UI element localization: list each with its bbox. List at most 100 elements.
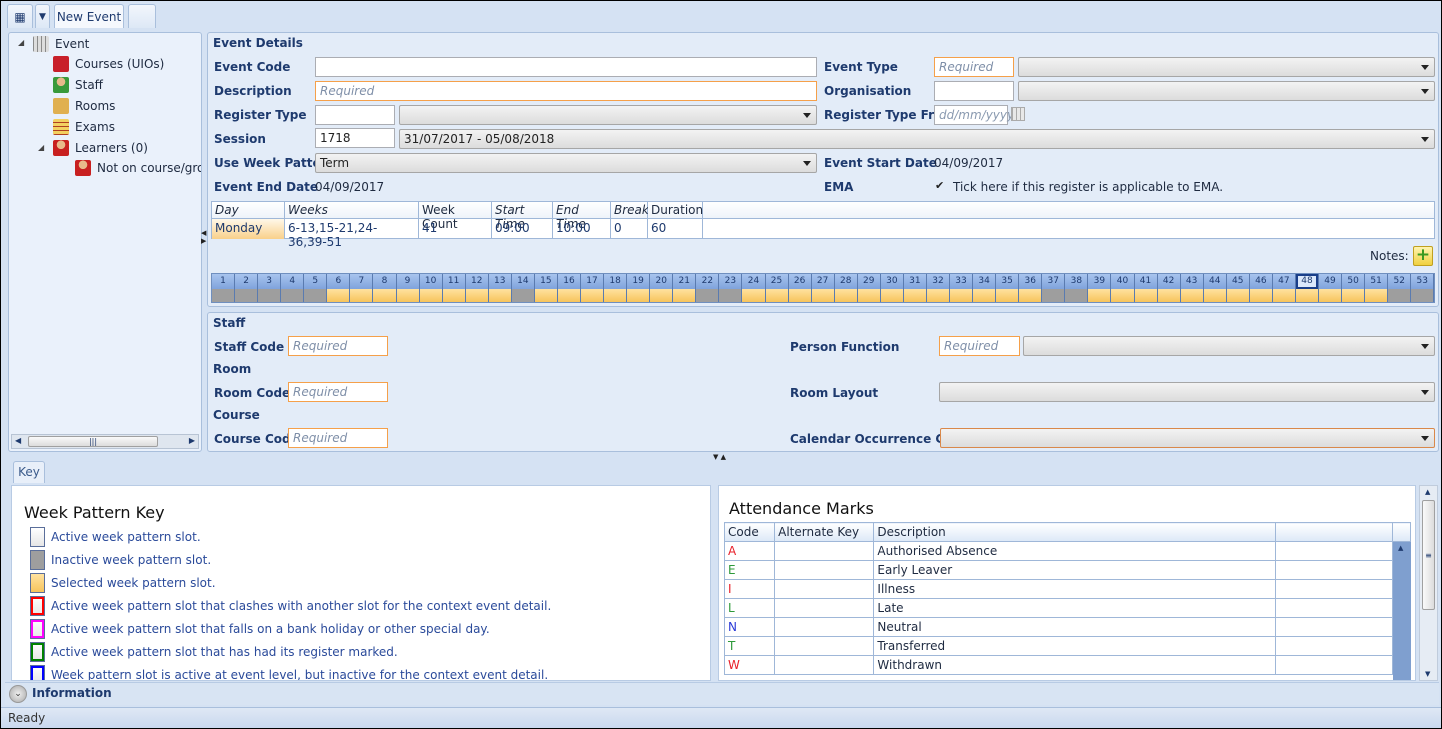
week-slot-state[interactable] [926, 289, 949, 302]
horizontal-scrollbar[interactable]: ◀ ||| ▶ [11, 434, 199, 449]
scroll-thumb[interactable]: ||| [28, 436, 158, 447]
week-slot[interactable]: 5 [304, 274, 328, 302]
calendar-occurrence-dropdown[interactable] [940, 428, 1435, 448]
column-header[interactable]: Description [873, 522, 1276, 542]
week-slot-state[interactable] [465, 289, 488, 302]
week-slot-state[interactable] [1365, 289, 1388, 302]
week-slot-state[interactable] [442, 289, 465, 302]
week-slot[interactable]: 2 [235, 274, 259, 302]
week-slot[interactable]: 43 [1180, 274, 1204, 302]
week-slot-state[interactable] [719, 289, 742, 302]
week-slot-state[interactable] [1019, 289, 1042, 302]
ema-checkbox[interactable]: ✔ [935, 179, 944, 192]
week-slot-state[interactable] [1388, 289, 1411, 302]
week-slot-state[interactable] [258, 289, 281, 302]
week-slot-state[interactable] [1157, 289, 1180, 302]
week-slot-state[interactable] [488, 289, 511, 302]
week-slot-state[interactable] [581, 289, 604, 302]
week-slot-state[interactable] [673, 289, 696, 302]
table-row[interactable]: I Illness [723, 579, 1412, 599]
week-slot-state[interactable] [903, 289, 926, 302]
tree-item-learners[interactable]: Learners (0) [53, 140, 148, 156]
register-type-input[interactable] [315, 105, 395, 125]
end-time-cell[interactable]: 10:00 [553, 219, 611, 239]
week-slot[interactable]: 13 [488, 274, 512, 302]
week-slot[interactable]: 20 [650, 274, 674, 302]
column-header[interactable] [1274, 522, 1393, 542]
column-header[interactable]: Code [723, 522, 776, 542]
week-slot-state[interactable] [212, 289, 235, 302]
weeks-cell[interactable]: 6-13,15-21,24-36,39-51 [285, 219, 419, 249]
week-slot[interactable]: 31 [903, 274, 927, 302]
column-header[interactable]: Start Time [492, 202, 553, 231]
splitter-arrows-icon[interactable]: ◀ ▶ [201, 229, 206, 245]
week-slot[interactable]: 28 [834, 274, 858, 302]
person-function-input[interactable]: Required [939, 336, 1020, 356]
table-row[interactable]: E Early Leaver [723, 560, 1412, 580]
week-slot-state[interactable] [373, 289, 396, 302]
staff-code-input[interactable]: Required [288, 336, 388, 356]
tab-new-event[interactable]: New Event [54, 4, 124, 28]
column-header[interactable]: Day [212, 202, 285, 219]
collapse-icon[interactable]: ◢ [38, 143, 44, 152]
event-type-input[interactable]: Required [934, 57, 1014, 77]
room-layout-dropdown[interactable] [939, 382, 1435, 402]
organisation-input[interactable] [934, 81, 1014, 101]
week-slot[interactable]: 7 [350, 274, 374, 302]
week-slot-state[interactable] [1295, 289, 1318, 302]
week-slot[interactable]: 17 [581, 274, 605, 302]
week-slot[interactable]: 24 [742, 274, 766, 302]
week-slot-state[interactable] [1226, 289, 1249, 302]
week-slot[interactable]: 34 [973, 274, 997, 302]
week-slot-state[interactable] [1411, 289, 1434, 302]
organisation-dropdown[interactable] [1018, 81, 1435, 101]
description-input[interactable]: Required [315, 81, 817, 101]
week-slot-state[interactable] [627, 289, 650, 302]
week-slot[interactable]: 22 [696, 274, 720, 302]
duration-cell[interactable]: 60 [648, 219, 703, 239]
register-from-input[interactable]: dd/mm/yyyy [934, 105, 1014, 125]
week-slot-state[interactable] [1319, 289, 1342, 302]
week-slot[interactable]: 21 [673, 274, 697, 302]
week-slot[interactable]: 41 [1134, 274, 1158, 302]
week-slot-state[interactable] [880, 289, 903, 302]
tree-item-exams[interactable]: Exams [53, 119, 115, 135]
week-slot[interactable]: 6 [327, 274, 351, 302]
event-code-input[interactable] [315, 57, 817, 77]
week-slot-state[interactable] [1042, 289, 1065, 302]
week-slot-state[interactable] [1111, 289, 1134, 302]
week-pattern-dropdown[interactable]: Term [315, 153, 817, 173]
week-slot-state[interactable] [511, 289, 534, 302]
week-slot[interactable]: 42 [1157, 274, 1181, 302]
scroll-down-icon[interactable]: ▼ [1425, 670, 1430, 678]
week-slot-state[interactable] [1272, 289, 1295, 302]
register-type-dropdown[interactable] [399, 105, 817, 125]
week-slot[interactable]: 19 [627, 274, 651, 302]
week-slot[interactable]: 3 [258, 274, 282, 302]
week-slot-state[interactable] [650, 289, 673, 302]
scroll-up-icon[interactable]: ▲ [1398, 544, 1403, 552]
week-slot[interactable]: 32 [926, 274, 950, 302]
event-type-dropdown[interactable] [1018, 57, 1435, 77]
tree-item-event[interactable]: Event [33, 36, 89, 52]
week-slot[interactable]: 35 [996, 274, 1020, 302]
week-slot[interactable]: 48 [1295, 274, 1319, 302]
week-slot[interactable]: 26 [788, 274, 812, 302]
week-slot-state[interactable] [788, 289, 811, 302]
column-header[interactable]: Duration [648, 202, 703, 219]
week-slot[interactable]: 16 [557, 274, 581, 302]
column-header[interactable]: Break [611, 202, 649, 219]
tree-item-not-on-course[interactable]: Not on course/grou [75, 160, 201, 176]
week-slot[interactable]: 12 [465, 274, 489, 302]
week-slot-state[interactable] [834, 289, 857, 302]
week-slot[interactable]: 50 [1342, 274, 1366, 302]
week-slot[interactable]: 15 [534, 274, 558, 302]
week-slot-state[interactable] [396, 289, 419, 302]
day-cell[interactable]: Monday [212, 219, 285, 239]
week-slot[interactable]: 18 [604, 274, 628, 302]
column-header[interactable]: Week Count [419, 202, 492, 231]
week-slot[interactable]: 44 [1203, 274, 1227, 302]
scroll-thumb[interactable]: ≡ [1422, 500, 1435, 610]
tree-item-rooms[interactable]: Rooms [53, 98, 115, 114]
week-slot-state[interactable] [281, 289, 304, 302]
